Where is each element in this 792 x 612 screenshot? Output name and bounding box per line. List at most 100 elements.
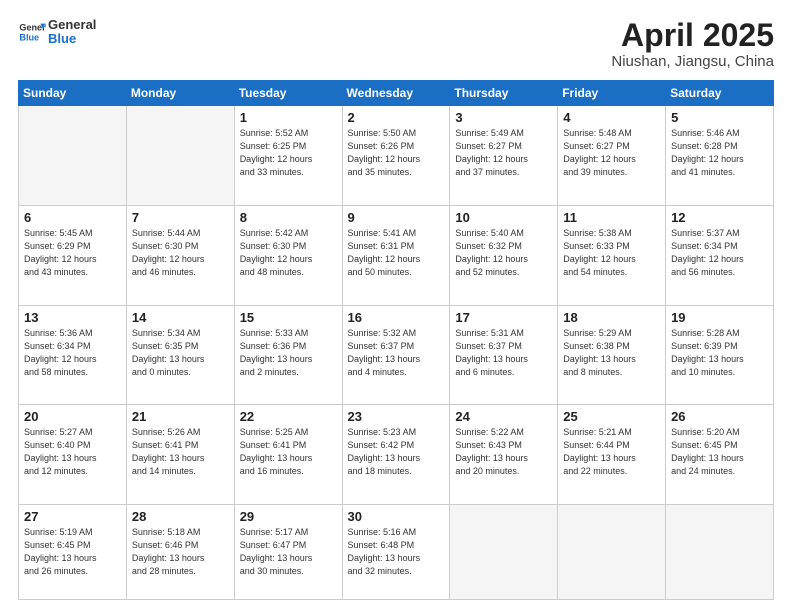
table-row: 26 Sunrise: 5:20 AM Sunset: 6:45 PM Dayli… <box>666 405 774 505</box>
table-row: 23Sunrise: 5:23 AM Sunset: 6:42 PM Dayli… <box>342 405 450 505</box>
day-number: 7 <box>132 210 229 225</box>
table-row: 3Sunrise: 5:49 AM Sunset: 6:27 PM Daylig… <box>450 106 558 206</box>
header-monday: Monday <box>126 81 234 106</box>
logo-icon: General Blue <box>18 18 46 46</box>
day-info: Sunrise: 5:40 AM Sunset: 6:32 PM Dayligh… <box>455 227 552 279</box>
day-number: 3 <box>455 110 552 125</box>
header-wednesday: Wednesday <box>342 81 450 106</box>
day-number: 1 <box>240 110 337 125</box>
table-row: 17 Sunrise: 5:31 AM Sunset: 6:37 PM Dayli… <box>450 305 558 405</box>
header: General Blue General Blue April 2025 Niu… <box>18 18 774 70</box>
day-info: Sunrise: 5:22 AM Sunset: 6:43 PM Dayligh… <box>455 426 552 478</box>
table-row: 27 Sunrise: 5:19 AM Sunset: 6:45 PM Dayli… <box>19 504 127 599</box>
table-row: 18Sunrise: 5:29 AM Sunset: 6:38 PM Dayli… <box>558 305 666 405</box>
subtitle: Niushan, Jiangsu, China <box>611 53 774 70</box>
day-info: Sunrise: 5:34 AM Sunset: 6:35 PM Dayligh… <box>132 327 229 379</box>
day-number: 10 <box>455 210 552 225</box>
day-info: Sunrise: 5:21 AM Sunset: 6:44 PM Dayligh… <box>563 426 660 478</box>
day-info: Sunrise: 5:37 AM Sunset: 6:34 PM Dayligh… <box>671 227 768 279</box>
table-row: 13 Sunrise: 5:36 AM Sunset: 6:34 PM Dayli… <box>19 305 127 405</box>
day-info: Sunrise: 5:18 AM Sunset: 6:46 PM Dayligh… <box>132 526 229 578</box>
day-number: 14 <box>132 310 229 325</box>
table-row: 14 Sunrise: 5:34 AM Sunset: 6:35 PM Dayli… <box>126 305 234 405</box>
day-info: Sunrise: 5:33 AM Sunset: 6:36 PM Dayligh… <box>240 327 337 379</box>
day-info: Sunrise: 5:32 AM Sunset: 6:37 PM Dayligh… <box>348 327 445 379</box>
table-row <box>126 106 234 206</box>
day-number: 17 <box>455 310 552 325</box>
day-info: Sunrise: 5:25 AM Sunset: 6:41 PM Dayligh… <box>240 426 337 478</box>
table-row: 21 Sunrise: 5:26 AM Sunset: 6:41 PM Dayli… <box>126 405 234 505</box>
calendar-row: 6 Sunrise: 5:45 AM Sunset: 6:29 PM Daylig… <box>19 205 774 305</box>
table-row <box>450 504 558 599</box>
table-row: 1Sunrise: 5:52 AM Sunset: 6:25 PM Daylig… <box>234 106 342 206</box>
day-number: 2 <box>348 110 445 125</box>
table-row: 20 Sunrise: 5:27 AM Sunset: 6:40 PM Dayli… <box>19 405 127 505</box>
table-row: 25 Sunrise: 5:21 AM Sunset: 6:44 PM Dayli… <box>558 405 666 505</box>
main-title: April 2025 <box>611 18 774 53</box>
day-number: 25 <box>563 409 660 424</box>
day-number: 28 <box>132 509 229 524</box>
day-info: Sunrise: 5:27 AM Sunset: 6:40 PM Dayligh… <box>24 426 121 478</box>
day-info: Sunrise: 5:19 AM Sunset: 6:45 PM Dayligh… <box>24 526 121 578</box>
table-row <box>558 504 666 599</box>
day-number: 13 <box>24 310 121 325</box>
day-number: 19 <box>671 310 768 325</box>
table-row: 12 Sunrise: 5:37 AM Sunset: 6:34 PM Dayli… <box>666 205 774 305</box>
day-info: Sunrise: 5:44 AM Sunset: 6:30 PM Dayligh… <box>132 227 229 279</box>
day-info: Sunrise: 5:16 AM Sunset: 6:48 PM Dayligh… <box>348 526 445 578</box>
day-number: 12 <box>671 210 768 225</box>
calendar-row: 20 Sunrise: 5:27 AM Sunset: 6:40 PM Dayli… <box>19 405 774 505</box>
day-info: Sunrise: 5:38 AM Sunset: 6:33 PM Dayligh… <box>563 227 660 279</box>
header-sunday: Sunday <box>19 81 127 106</box>
table-row <box>19 106 127 206</box>
svg-text:Blue: Blue <box>19 33 39 43</box>
title-block: April 2025 Niushan, Jiangsu, China <box>611 18 774 70</box>
calendar-row: 13 Sunrise: 5:36 AM Sunset: 6:34 PM Dayli… <box>19 305 774 405</box>
table-row: 11 Sunrise: 5:38 AM Sunset: 6:33 PM Dayli… <box>558 205 666 305</box>
logo-general-text: General <box>48 18 96 32</box>
page: General Blue General Blue April 2025 Niu… <box>0 0 792 612</box>
day-info: Sunrise: 5:26 AM Sunset: 6:41 PM Dayligh… <box>132 426 229 478</box>
day-number: 22 <box>240 409 337 424</box>
day-number: 9 <box>348 210 445 225</box>
day-number: 26 <box>671 409 768 424</box>
day-number: 5 <box>671 110 768 125</box>
table-row: 6 Sunrise: 5:45 AM Sunset: 6:29 PM Daylig… <box>19 205 127 305</box>
day-info: Sunrise: 5:41 AM Sunset: 6:31 PM Dayligh… <box>348 227 445 279</box>
day-number: 6 <box>24 210 121 225</box>
header-thursday: Thursday <box>450 81 558 106</box>
day-number: 15 <box>240 310 337 325</box>
table-row: 22 Sunrise: 5:25 AM Sunset: 6:41 PM Dayli… <box>234 405 342 505</box>
day-info: Sunrise: 5:28 AM Sunset: 6:39 PM Dayligh… <box>671 327 768 379</box>
logo: General Blue General Blue <box>18 18 96 47</box>
day-info: Sunrise: 5:36 AM Sunset: 6:34 PM Dayligh… <box>24 327 121 379</box>
table-row: 19 Sunrise: 5:28 AM Sunset: 6:39 PM Dayli… <box>666 305 774 405</box>
table-row: 16Sunrise: 5:32 AM Sunset: 6:37 PM Dayli… <box>342 305 450 405</box>
table-row: 10 Sunrise: 5:40 AM Sunset: 6:32 PM Dayli… <box>450 205 558 305</box>
day-number: 11 <box>563 210 660 225</box>
day-info: Sunrise: 5:31 AM Sunset: 6:37 PM Dayligh… <box>455 327 552 379</box>
day-number: 4 <box>563 110 660 125</box>
table-row: 2Sunrise: 5:50 AM Sunset: 6:26 PM Daylig… <box>342 106 450 206</box>
header-saturday: Saturday <box>666 81 774 106</box>
logo-blue-text: Blue <box>48 32 96 46</box>
day-number: 30 <box>348 509 445 524</box>
table-row: 5 Sunrise: 5:46 AM Sunset: 6:28 PM Daylig… <box>666 106 774 206</box>
day-number: 29 <box>240 509 337 524</box>
day-info: Sunrise: 5:23 AM Sunset: 6:42 PM Dayligh… <box>348 426 445 478</box>
table-row: 24Sunrise: 5:22 AM Sunset: 6:43 PM Dayli… <box>450 405 558 505</box>
weekday-header-row: Sunday Monday Tuesday Wednesday Thursday… <box>19 81 774 106</box>
table-row: 29Sunrise: 5:17 AM Sunset: 6:47 PM Dayli… <box>234 504 342 599</box>
table-row: 8Sunrise: 5:42 AM Sunset: 6:30 PM Daylig… <box>234 205 342 305</box>
calendar-row: 1Sunrise: 5:52 AM Sunset: 6:25 PM Daylig… <box>19 106 774 206</box>
table-row: 4Sunrise: 5:48 AM Sunset: 6:27 PM Daylig… <box>558 106 666 206</box>
day-info: Sunrise: 5:46 AM Sunset: 6:28 PM Dayligh… <box>671 127 768 179</box>
day-number: 21 <box>132 409 229 424</box>
day-number: 20 <box>24 409 121 424</box>
day-info: Sunrise: 5:20 AM Sunset: 6:45 PM Dayligh… <box>671 426 768 478</box>
table-row: 9 Sunrise: 5:41 AM Sunset: 6:31 PM Daylig… <box>342 205 450 305</box>
day-info: Sunrise: 5:45 AM Sunset: 6:29 PM Dayligh… <box>24 227 121 279</box>
day-info: Sunrise: 5:29 AM Sunset: 6:38 PM Dayligh… <box>563 327 660 379</box>
day-number: 27 <box>24 509 121 524</box>
table-row: 7 Sunrise: 5:44 AM Sunset: 6:30 PM Daylig… <box>126 205 234 305</box>
